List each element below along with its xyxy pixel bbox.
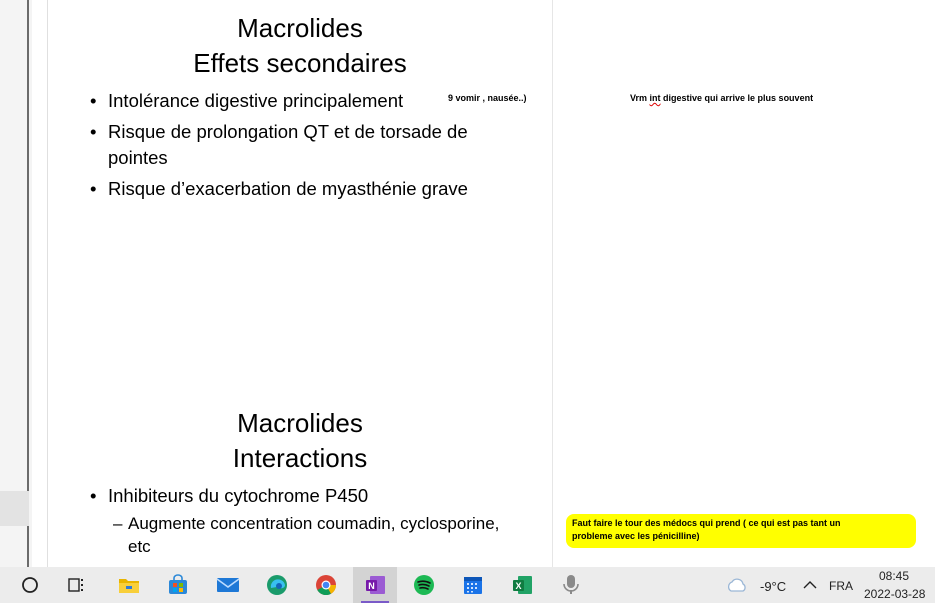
slide2-bullet: • Inhibiteurs du cytochrome P450	[90, 485, 369, 506]
calendar-icon[interactable]	[451, 567, 495, 603]
taskbar: N X -9°C FRA 08:45 2022-03-28	[0, 567, 935, 603]
clock-time[interactable]: 08:45	[879, 569, 909, 583]
slide2-sub-bullet: – Augmente concentration coumadin, cyclos…	[113, 514, 500, 533]
edge-icon[interactable]	[255, 567, 299, 603]
bullet-text: Intolérance digestive principalement	[108, 90, 404, 111]
weather-temperature[interactable]: -9°C	[760, 579, 786, 594]
slide2-sub-bullet-continuation: etc	[128, 535, 151, 558]
svg-text:N: N	[368, 581, 375, 591]
slide2-title-line1: Macrolides	[237, 408, 363, 438]
notes-divider	[552, 0, 553, 567]
language-indicator[interactable]: FRA	[829, 579, 853, 593]
panel-edge	[27, 0, 29, 567]
bullet-text: Risque d’exacerbation de myasthénie grav…	[108, 178, 468, 199]
spotify-icon[interactable]	[402, 567, 446, 603]
note-text: Vrm	[630, 93, 650, 103]
panel-selection[interactable]	[0, 491, 29, 526]
voice-recorder-icon[interactable]	[549, 567, 593, 603]
start-icon[interactable]	[8, 567, 52, 603]
chevron-up-icon[interactable]	[798, 567, 822, 603]
file-explorer-icon[interactable]	[107, 567, 151, 603]
mail-icon[interactable]	[206, 567, 250, 603]
bullet-text: Risque de prolongation QT et de torsade …	[108, 121, 468, 142]
store-icon[interactable]	[156, 567, 200, 603]
note-text: Faut faire le tour des médocs qui prend …	[572, 518, 841, 541]
clock-date[interactable]: 2022-03-28	[864, 587, 925, 601]
bullet-text: Inhibiteurs du cytochrome P450	[108, 485, 369, 506]
slide1-bullet: • Risque d’exacerbation de myasthénie gra…	[90, 178, 468, 199]
slide1-bullet: • Risque de prolongation QT et de torsade…	[90, 121, 468, 142]
svg-text:X: X	[515, 581, 521, 591]
bullet-text: pointes	[108, 147, 168, 168]
task-view-icon[interactable]	[56, 567, 100, 603]
highlighted-note[interactable]: Faut faire le tour des médocs qui prend …	[566, 514, 916, 548]
bullet-text: etc	[128, 537, 151, 556]
note-text-misspelled: int	[649, 93, 661, 103]
slide1-title-line1: Macrolides	[237, 13, 363, 43]
note-text: digestive qui arrive le plus souvent	[660, 93, 814, 103]
cloud-icon[interactable]	[717, 567, 757, 603]
left-scroll-panel	[0, 0, 32, 567]
page-gutter	[32, 0, 48, 567]
inline-handwritten-note[interactable]: 9 vomir , nausée..)	[448, 93, 527, 103]
slide2-title-line2: Interactions	[232, 443, 368, 473]
onenote-icon[interactable]: N	[353, 567, 397, 603]
slide-area: Macrolides Effets secondaires • Intoléran…	[48, 0, 552, 567]
slide1-title-line2: Effets secondaires	[193, 48, 407, 78]
chrome-icon[interactable]	[304, 567, 348, 603]
bullet-text: Augmente concentration coumadin, cyclosp…	[128, 514, 500, 533]
slide1-bullet: • Intolérance digestive principalement	[90, 90, 404, 111]
slide1-bullet-continuation: pointes	[108, 145, 168, 171]
excel-icon[interactable]: X	[500, 567, 544, 603]
note-digestive[interactable]: Vrm int digestive qui arrive le plus sou…	[630, 93, 813, 103]
